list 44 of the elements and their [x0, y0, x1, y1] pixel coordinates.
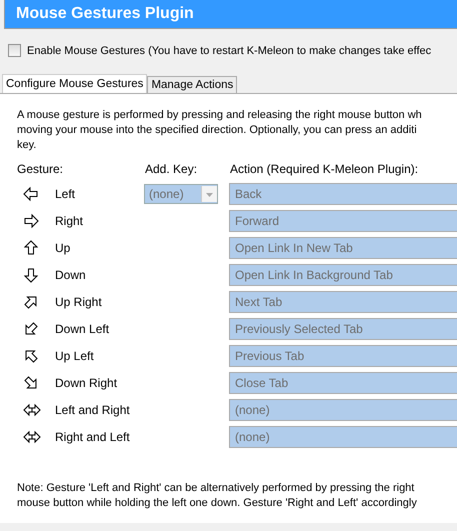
column-header: Gesture: — [17, 162, 64, 176]
arrow-icon — [23, 321, 39, 337]
arrow-icon — [23, 267, 39, 283]
note-text: mouse button while holding the left one down. Gesture 'Right and Left' accordingly — [17, 496, 418, 511]
double-arrow-icon — [23, 403, 41, 417]
enable-label: Enable Mouse Gestures (You have to restart K-Meleon to make changes take effec — [27, 44, 432, 56]
window-title: Mouse Gestures Plugin — [4, 0, 457, 29]
action-field[interactable]: Open Link In Background Tab — [229, 264, 457, 286]
action-field[interactable]: Open Link In New Tab — [229, 237, 457, 259]
action-field[interactable]: (none) — [229, 399, 457, 421]
arrow-icon — [23, 348, 39, 364]
action-field[interactable]: Next Tab — [229, 291, 457, 313]
gesture-label: Up — [55, 241, 72, 255]
arrow-icon — [23, 186, 39, 202]
gesture-label: Down Right — [55, 376, 118, 390]
gesture-label: Down — [55, 268, 87, 282]
intro-text: key. — [17, 138, 38, 153]
arrow-icon — [23, 375, 39, 391]
arrow-icon — [23, 294, 39, 310]
action-field[interactable]: (none) — [229, 426, 457, 448]
action-field[interactable]: Previous Tab — [229, 345, 457, 367]
tab[interactable]: Configure Mouse Gestures — [2, 74, 148, 93]
action-field[interactable]: Close Tab — [229, 372, 457, 394]
intro-text: moving your mouse into the specified direction. Optionally, you can press an additi — [17, 123, 418, 138]
tab[interactable]: Manage Actions — [147, 76, 238, 93]
key-dropdown[interactable]: (none) — [144, 184, 218, 204]
column-header: Add. Key: — [145, 162, 198, 176]
gesture-label: Down Left — [55, 322, 110, 336]
gesture-label: Left — [55, 187, 76, 201]
arrow-icon — [23, 213, 39, 229]
arrow-icon — [23, 240, 39, 256]
action-field[interactable]: Back — [229, 183, 457, 205]
gesture-label: Up Left — [55, 349, 95, 363]
action-field[interactable]: Previously Selected Tab — [229, 318, 457, 340]
gesture-label: Left and Right — [55, 403, 131, 417]
gesture-label: Right and Left — [55, 430, 131, 444]
gesture-label: Up Right — [55, 295, 103, 309]
double-arrow-icon — [23, 430, 41, 444]
intro-text: A mouse gesture is performed by pressing and releasing the right mouse button wh — [17, 108, 423, 123]
action-field[interactable]: Forward — [229, 210, 457, 232]
note-text: Note: Gesture 'Left and Right' can be alternatively performed by pressing the right — [17, 481, 416, 496]
column-header: Action (Required K-Meleon Plugin): — [230, 162, 420, 176]
gesture-label: Right — [55, 214, 84, 228]
enable-checkbox[interactable] — [8, 44, 21, 57]
